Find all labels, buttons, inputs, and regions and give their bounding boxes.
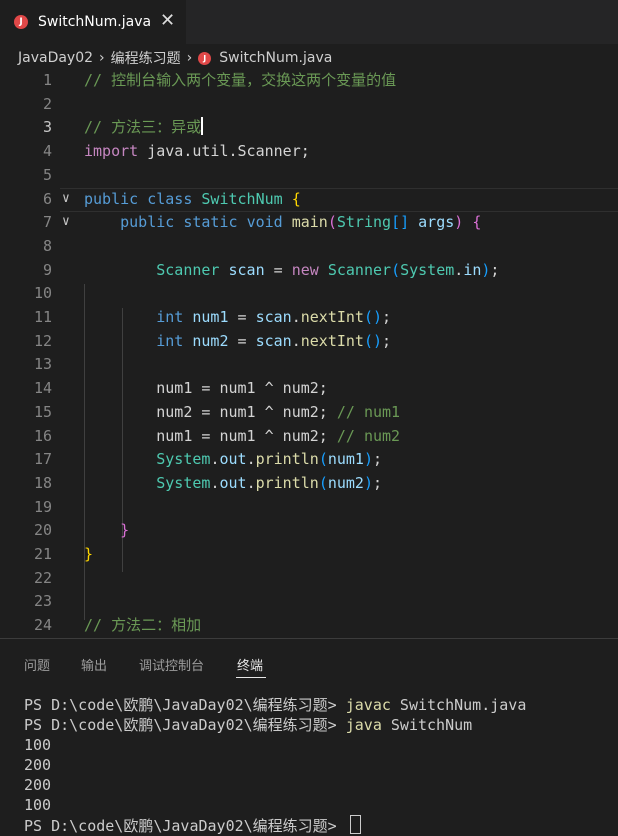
code-line[interactable]: 16 num1 = num1 ^ num2; // num2 [0, 424, 618, 448]
java-file-icon: J [198, 51, 212, 65]
code-line[interactable]: 4 import java.util.Scanner; [0, 139, 618, 163]
terminal-line: 100 [24, 796, 52, 814]
line-number: 19 [33, 497, 52, 516]
code-line[interactable]: 12 int num2 = scan.nextInt(); [0, 329, 618, 353]
code-line[interactable]: 23 [0, 589, 618, 613]
code-text: import java.util.Scanner; [84, 142, 310, 161]
line-number: 6 [42, 189, 52, 208]
terminal-cursor [349, 815, 361, 834]
line-number: 2 [42, 94, 52, 113]
code-text: System.out.println(num2); [156, 473, 383, 492]
line-number: 22 [33, 568, 52, 587]
close-icon[interactable]: ✕ [160, 11, 175, 31]
line-number: 15 [33, 402, 52, 421]
line-number: 18 [33, 473, 52, 492]
tab-label: SwitchNum.java [38, 14, 152, 30]
terminal-line: 100 [24, 736, 52, 754]
code-text: int num2 = scan.nextInt(); [156, 331, 392, 350]
code-line[interactable]: 8 [0, 234, 618, 258]
code-line[interactable]: 9 Scanner scan = new Scanner(System.in); [0, 258, 618, 282]
breadcrumb-item-subfolder[interactable]: 编程练习题 [111, 48, 181, 68]
code-text: int num1 = scan.nextInt(); [156, 308, 392, 326]
chevron-right-icon: › [186, 50, 193, 66]
line-number: 11 [33, 308, 52, 326]
line-number: 10 [33, 284, 52, 303]
code-line[interactable]: 21} [0, 542, 618, 566]
line-number: 1 [42, 71, 52, 89]
line-number: 16 [33, 426, 52, 445]
fold-chevron-icon[interactable]: ∨ [62, 187, 70, 211]
line-number: 7 [42, 213, 52, 232]
breadcrumb-item-folder[interactable]: JavaDay02 [18, 50, 93, 66]
tab-output[interactable]: 输出 [81, 655, 107, 674]
terminal-line: 200 [24, 756, 52, 774]
bottom-panel: 问题 输出 调试控制台 终端 PS D:\code\欧鹏\JavaDay02\编… [0, 638, 618, 835]
code-line[interactable]: 19 [0, 495, 618, 519]
editor-tab-bar: J SwitchNum.java ✕ [0, 0, 618, 44]
code-text: public static void main(String[] args) { [120, 213, 482, 232]
breadcrumb-item-file[interactable]: SwitchNum.java [219, 50, 332, 66]
terminal-line: PS D:\code\欧鹏\JavaDay02\编程练习题> java Swit… [24, 716, 473, 734]
code-line[interactable]: 2 [0, 92, 618, 116]
line-number: 9 [42, 260, 52, 279]
line-number: 8 [42, 236, 52, 255]
chevron-right-icon: › [99, 50, 105, 66]
code-text: System.out.println(num1); [156, 450, 383, 469]
code-line[interactable]: 20 } [0, 518, 618, 542]
code-editor[interactable]: 1// 控制台输入两个变量，交换这两个变量的值 2 3// 方法三：异或 4 impor… [0, 68, 618, 638]
code-line[interactable]: 1 // 控制台输入两个变量，交换这两个变量的值 [0, 68, 618, 92]
code-text: // 控制台输入两个变量，交换这两个变量的值 [84, 71, 397, 89]
code-line[interactable]: 22 [0, 566, 618, 590]
code-line[interactable]: 14 num1 = num1 ^ num2; [0, 376, 618, 400]
line-number: 17 [33, 450, 52, 469]
line-number: 5 [42, 165, 52, 184]
tab-problems[interactable]: 问题 [24, 655, 50, 674]
java-file-icon: J [14, 15, 28, 29]
line-number: 20 [33, 521, 52, 540]
code-line[interactable]: 3 // 方法三：异或 [0, 115, 618, 139]
tab-terminal[interactable]: 终端 [237, 655, 263, 674]
code-text: public class SwitchNum { [84, 189, 301, 208]
code-text: } [84, 545, 94, 563]
code-line[interactable]: 15 num2 = num1 ^ num2; // num1 [0, 400, 618, 424]
code-text: Scanner scan = new Scanner(System.in); [156, 260, 500, 279]
code-line[interactable]: 10 [0, 281, 618, 305]
code-text: num1 = num1 ^ num2; [84, 379, 328, 398]
code-text: } [120, 521, 130, 540]
active-tab-indicator [236, 677, 266, 678]
text-cursor [201, 117, 204, 136]
code-text: num2 = num1 ^ num2; // num1 [84, 402, 401, 421]
code-text: // 方法三：异或 [84, 117, 204, 137]
line-number: 21 [33, 545, 52, 563]
terminal-line: 200 [24, 776, 52, 794]
line-number: 12 [33, 331, 52, 350]
line-number: 14 [33, 379, 52, 398]
code-text: num1 = num1 ^ num2; // num2 [84, 426, 401, 445]
tab-debug-console[interactable]: 调试控制台 [139, 655, 204, 674]
tab-switchnum[interactable]: J SwitchNum.java ✕ [0, 0, 186, 44]
line-number: 24 [33, 616, 52, 635]
terminal-output[interactable]: PS D:\code\欧鹏\JavaDay02\编程练习题> javac Swi… [24, 695, 526, 835]
code-line[interactable]: 18 System.out.println(num2); [0, 471, 618, 495]
code-text: // 方法二：相加 [84, 616, 202, 635]
line-number: 23 [33, 592, 52, 611]
code-line[interactable]: 13 [0, 352, 618, 376]
code-line[interactable]: 5 [0, 163, 618, 187]
code-line[interactable]: 17 System.out.println(num1); [0, 447, 618, 471]
code-line[interactable]: 24 // 方法二：相加 [0, 613, 618, 637]
code-line[interactable]: 11 int num1 = scan.nextInt(); [0, 305, 618, 329]
fold-chevron-icon[interactable]: ∨ [62, 210, 70, 234]
panel-tabs: 问题 输出 调试控制台 终端 [0, 639, 618, 685]
line-number: 3 [42, 118, 52, 137]
code-line[interactable]: 6 ∨ public class SwitchNum { [0, 187, 618, 211]
line-number: 13 [33, 355, 52, 374]
line-number: 4 [42, 142, 52, 161]
terminal-line: PS D:\code\欧鹏\JavaDay02\编程练习题> javac Swi… [24, 696, 527, 714]
code-line[interactable]: 7 ∨ public static void main(String[] args… [0, 210, 618, 234]
terminal-line: PS D:\code\欧鹏\JavaDay02\编程练习题> [24, 815, 526, 835]
